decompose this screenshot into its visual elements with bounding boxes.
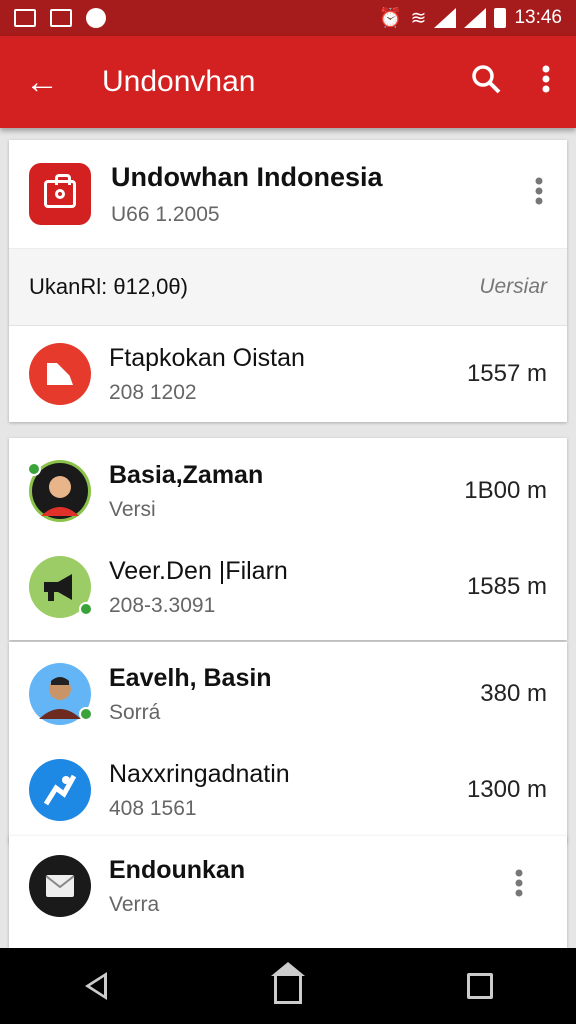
avatar	[29, 556, 93, 618]
signal-icon-2	[464, 8, 487, 28]
row-sub: 208 1202	[109, 380, 197, 404]
status-time: 13:46	[514, 7, 562, 28]
row-sub: Versi	[109, 497, 156, 521]
avatar	[29, 663, 93, 725]
verified-icon	[27, 462, 41, 476]
image-notification-icon	[14, 9, 36, 27]
row-sub: 408 1561	[109, 796, 197, 820]
kebab-menu-icon[interactable]	[491, 869, 547, 904]
row-sub: Verra	[109, 892, 160, 916]
row-value: 1585 m	[466, 573, 547, 600]
alarm-icon: ⏰	[378, 8, 403, 29]
page-title: Undonvhan	[102, 65, 256, 98]
list-item[interactable]: Endounkan Verra	[9, 836, 567, 936]
row-name: Veer.Den |Filarn	[109, 556, 288, 585]
info-row: UkanRl: θ12,0θ) Uersiar	[9, 248, 567, 326]
avatar	[29, 759, 91, 821]
contacts-card: Basia,Zaman Versi 1B00 m Veer.Den |Filar…	[9, 438, 567, 640]
list-item[interactable]: Naxxringadnatin 408 1561 1300 m	[9, 742, 567, 838]
row-name: Endounkan	[109, 855, 246, 884]
verified-icon	[79, 602, 93, 616]
shopping-bag-icon	[29, 163, 91, 225]
search-icon[interactable]	[456, 64, 516, 101]
system-nav-bar	[0, 948, 576, 1024]
avatar	[27, 460, 91, 522]
wifi-icon: ≋	[410, 7, 427, 29]
list-item[interactable]: Ftapkokan Oistan 208 1202 1557 m	[9, 326, 567, 422]
nav-back-icon[interactable]	[66, 961, 126, 1011]
row-value: 1300 m	[466, 776, 547, 803]
overflow-menu-icon[interactable]	[516, 65, 576, 100]
kebab-menu-icon[interactable]	[511, 177, 567, 212]
photo-notification-icon	[50, 9, 72, 27]
contacts-card-2: Eavelh, Basin Sorrá 380 m Naxxringadnati…	[9, 642, 567, 842]
row-name: Eavelh, Basin	[109, 663, 272, 692]
row-sub: 208-3.3091	[109, 593, 216, 617]
list-item[interactable]: Eavelh, Basin Sorrá 380 m	[9, 646, 567, 742]
tag-icon	[47, 363, 73, 385]
app-name: Undowhan Indonesia	[111, 161, 383, 192]
row-sub: Sorrá	[109, 700, 161, 724]
row-name: Ftapkokan Oistan	[109, 343, 305, 372]
nav-home-icon[interactable]	[258, 961, 318, 1011]
mail-icon	[45, 875, 75, 897]
list-item[interactable]: Basia,Zaman Versi 1B00 m	[9, 443, 567, 539]
app-info-card: Undowhan Indonesia U66 1.2005 UkanRl: θ1…	[9, 140, 567, 422]
row-value: 380 m	[480, 680, 547, 707]
contacts-card-3: Endounkan Verra	[9, 836, 567, 948]
app-header[interactable]: Undowhan Indonesia U66 1.2005	[9, 140, 567, 248]
version-label[interactable]: Uersiar	[479, 275, 547, 299]
verified-icon	[79, 707, 93, 721]
status-bar: ⏰ ≋ 13:46	[0, 0, 576, 36]
app-subtitle: U66 1.2005	[111, 202, 220, 226]
row-name: Basia,Zaman	[109, 460, 264, 489]
signal-icon	[434, 8, 457, 28]
list-item[interactable]: Veer.Den |Filarn 208-3.3091 1585 m	[9, 539, 567, 635]
row-value: 1B00 m	[464, 477, 547, 504]
battery-icon	[494, 8, 507, 28]
avatar	[29, 343, 91, 405]
row-value: 1557 m	[466, 360, 547, 387]
megaphone-icon	[44, 574, 72, 601]
running-figure-icon	[43, 774, 77, 806]
info-label: UkanRl: θ12,0θ)	[29, 274, 188, 299]
circle-notification-icon	[86, 8, 106, 28]
back-arrow-icon[interactable]: ←	[0, 63, 84, 102]
row-name: Naxxringadnatin	[109, 759, 290, 788]
app-bar: ← Undonvhan	[0, 36, 576, 128]
avatar	[29, 855, 91, 917]
nav-recents-icon[interactable]	[450, 961, 510, 1011]
